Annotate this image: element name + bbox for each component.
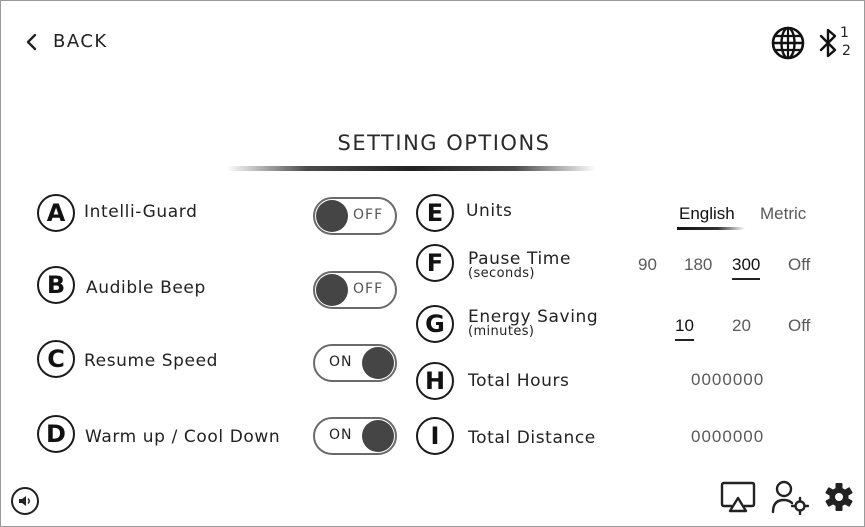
units-option-metric[interactable]: Metric — [760, 204, 806, 224]
badge-b: B — [37, 266, 75, 304]
total-hours-value: 0000000 — [691, 370, 765, 389]
total-distance-value: 0000000 — [691, 427, 765, 446]
back-button[interactable]: BACK — [25, 31, 108, 52]
pause-option-off[interactable]: Off — [788, 255, 810, 275]
badge-d: D — [37, 415, 75, 453]
energy-option-off[interactable]: Off — [788, 316, 810, 336]
toggle-knob — [316, 274, 348, 306]
bluetooth-count-top: 1 — [840, 25, 849, 41]
pause-option-300[interactable]: 300 — [732, 255, 761, 280]
badge-i: I — [416, 417, 454, 455]
toggle-state: ON — [329, 427, 353, 443]
bluetooth-count-bottom: 2 — [842, 43, 851, 59]
toggle-knob — [316, 200, 348, 232]
energy-option-10[interactable]: 10 — [675, 316, 694, 341]
volume-icon — [19, 496, 30, 506]
intelli-guard-toggle[interactable]: OFF — [313, 197, 397, 235]
toggle-knob — [362, 347, 394, 379]
badge-h: H — [416, 362, 454, 400]
intelli-guard-label: Intelli-Guard — [84, 202, 198, 222]
pause-time-unit: (seconds) — [468, 266, 535, 281]
screen-cast-icon[interactable] — [720, 480, 756, 514]
energy-saving-unit: (minutes) — [468, 324, 535, 339]
warm-up-cool-down-toggle[interactable]: ON — [313, 417, 397, 455]
top-icons: 1 2 — [770, 23, 858, 63]
title-divider — [226, 166, 596, 171]
energy-option-20[interactable]: 20 — [732, 316, 751, 336]
bottom-icons — [720, 479, 854, 515]
toggle-state: ON — [329, 354, 353, 370]
badge-f: F — [416, 244, 454, 282]
bluetooth-status[interactable]: 1 2 — [818, 23, 858, 63]
warm-up-cool-down-label: Warm up / Cool Down — [85, 427, 281, 447]
pause-time-label: Pause Time (seconds) — [468, 251, 571, 281]
badge-c: C — [37, 340, 75, 378]
user-settings-icon[interactable] — [770, 479, 810, 515]
units-selected-indicator — [677, 227, 745, 230]
energy-saving-label: Energy Saving (minutes) — [468, 309, 598, 339]
pause-option-180[interactable]: 180 — [684, 255, 712, 275]
units-label: Units — [466, 201, 513, 221]
toggle-state: OFF — [353, 281, 384, 297]
globe-icon[interactable] — [770, 25, 806, 61]
settings-screen: BACK 1 2 SETTING OPTIONS A Intelli-Guard… — [0, 0, 865, 527]
volume-button[interactable] — [11, 487, 39, 515]
resume-speed-label: Resume Speed — [84, 351, 219, 371]
units-option-english[interactable]: English — [679, 204, 735, 224]
badge-a: A — [37, 194, 75, 232]
toggle-state: OFF — [353, 207, 384, 223]
badge-e: E — [416, 194, 454, 232]
page-title: SETTING OPTIONS — [337, 131, 551, 155]
pause-option-90[interactable]: 90 — [638, 255, 657, 275]
toggle-knob — [362, 420, 394, 452]
chevron-left-icon — [26, 33, 37, 50]
audible-beep-toggle[interactable]: OFF — [313, 271, 397, 309]
total-distance-label: Total Distance — [468, 428, 596, 448]
back-label: BACK — [53, 31, 108, 52]
badge-g: G — [416, 305, 454, 343]
resume-speed-toggle[interactable]: ON — [313, 344, 397, 382]
audible-beep-label: Audible Beep — [86, 278, 206, 298]
total-hours-label: Total Hours — [468, 371, 570, 391]
bluetooth-icon — [819, 28, 837, 58]
gear-icon[interactable] — [824, 482, 854, 512]
